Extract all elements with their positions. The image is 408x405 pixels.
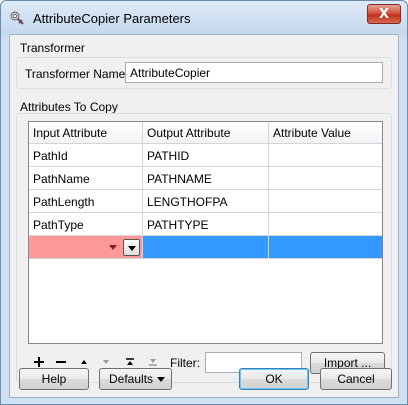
move-bottom-button[interactable]	[146, 355, 160, 369]
close-icon: X	[378, 6, 390, 22]
transformer-name-label: Transformer Name:	[25, 67, 129, 81]
output-attribute-cell[interactable]: PATHNAME	[143, 167, 269, 190]
input-attribute-cell[interactable]: PathName	[29, 167, 143, 190]
gear-app-icon	[10, 11, 24, 25]
column-header-output[interactable]: Output Attribute	[143, 122, 269, 144]
arrow-down-icon	[103, 360, 109, 364]
table-row[interactable]: PathLength LENGTHOFPA	[29, 190, 382, 213]
input-attribute-cell[interactable]: PathLength	[29, 190, 143, 213]
table-row[interactable]: PathName PATHNAME	[29, 167, 382, 190]
ok-button[interactable]: OK	[239, 368, 309, 390]
dialog-window: AttributeCopier Parameters X Transformer…	[0, 0, 408, 405]
move-down-button[interactable]	[99, 355, 113, 369]
arrow-up-icon	[81, 360, 87, 364]
input-attribute-cell[interactable]: PathType	[29, 213, 143, 236]
transformer-group-title: Transformer	[20, 41, 85, 55]
help-button[interactable]: Help	[19, 368, 89, 390]
move-top-button[interactable]	[123, 355, 137, 369]
remove-row-button[interactable]	[54, 355, 68, 369]
title-bar[interactable]: AttributeCopier Parameters X	[1, 1, 407, 35]
plus-icon	[34, 357, 44, 367]
add-row-button[interactable]	[32, 355, 46, 369]
output-attribute-cell[interactable]: PATHTYPE	[143, 213, 269, 236]
dialog-body: Transformer Transformer Name: Attributes…	[9, 34, 399, 398]
move-to-top-icon	[126, 358, 134, 365]
move-to-bottom-icon	[149, 359, 157, 366]
cancel-button[interactable]: Cancel	[320, 368, 392, 390]
table-header: Input Attribute Output Attribute Attribu…	[29, 122, 382, 144]
close-button[interactable]: X	[367, 4, 401, 24]
filter-label: Filter:	[170, 356, 200, 370]
defaults-button[interactable]: Defaults	[99, 368, 172, 390]
attribute-value-cell[interactable]	[269, 144, 382, 167]
input-attribute-dropdown[interactable]	[29, 236, 143, 259]
output-attribute-cell[interactable]: PATHID	[143, 144, 269, 167]
attributes-group-title: Attributes To Copy	[20, 100, 118, 114]
move-up-button[interactable]	[77, 355, 91, 369]
dropdown-button[interactable]	[123, 239, 140, 256]
attribute-value-cell[interactable]	[269, 190, 382, 213]
attribute-value-cell[interactable]	[269, 213, 382, 236]
table-row[interactable]: PathId PATHID	[29, 144, 382, 167]
column-header-value[interactable]: Attribute Value	[269, 122, 382, 144]
chevron-down-icon	[157, 377, 165, 382]
output-attribute-cell[interactable]	[143, 236, 269, 259]
defaults-button-label: Defaults	[109, 372, 154, 386]
new-table-row[interactable]	[29, 236, 382, 259]
attributes-table[interactable]: Input Attribute Output Attribute Attribu…	[28, 121, 383, 344]
dropdown-arrow-icon	[109, 245, 117, 250]
attribute-value-cell[interactable]	[269, 167, 382, 190]
attribute-value-cell[interactable]	[269, 236, 382, 259]
output-attribute-cell[interactable]: LENGTHOFPA	[143, 190, 269, 213]
window-title: AttributeCopier Parameters	[33, 11, 191, 26]
column-header-input[interactable]: Input Attribute	[29, 122, 143, 144]
minus-icon	[56, 361, 66, 363]
table-row[interactable]: PathType PATHTYPE	[29, 213, 382, 236]
transformer-name-input[interactable]	[125, 62, 383, 83]
input-attribute-cell[interactable]: PathId	[29, 144, 143, 167]
